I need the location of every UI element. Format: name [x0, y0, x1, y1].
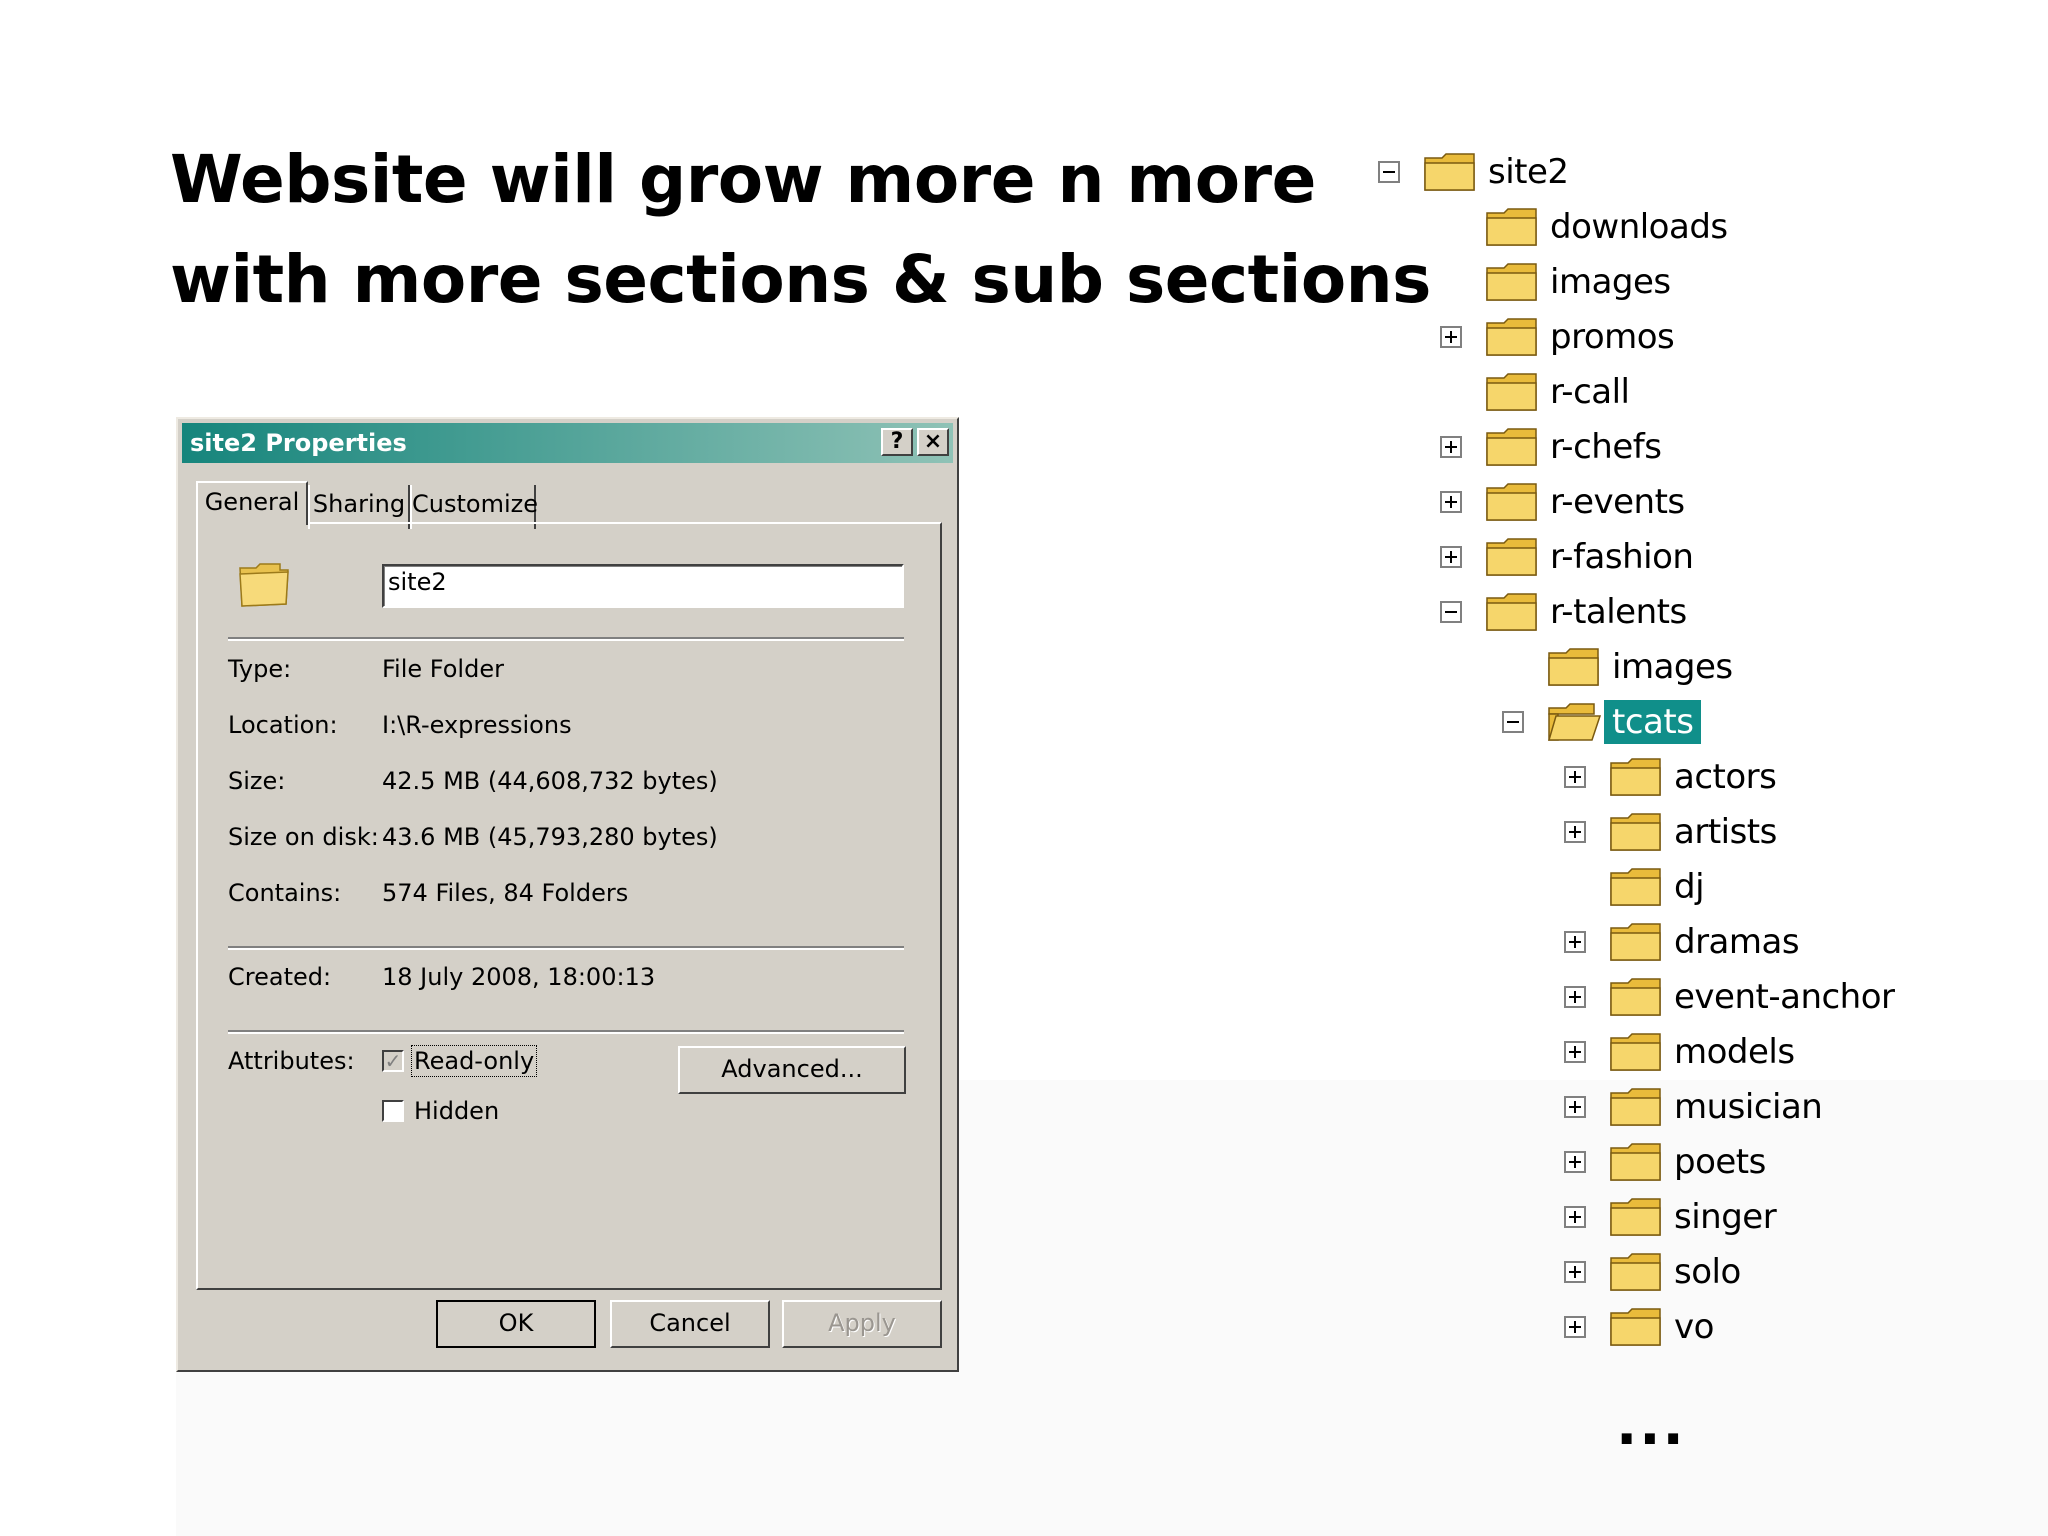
expand-icon[interactable]: [1564, 1261, 1586, 1283]
contains-label: Contains:: [228, 879, 342, 907]
tree-label[interactable]: dramas: [1666, 920, 1807, 964]
tab-general[interactable]: General: [196, 481, 308, 525]
collapse-icon[interactable]: [1502, 711, 1524, 733]
tree-label[interactable]: event-anchor: [1666, 975, 1903, 1019]
size-label: Size:: [228, 767, 286, 795]
ok-button[interactable]: OK: [436, 1300, 596, 1348]
folder-icon: [1486, 263, 1537, 301]
readonly-label[interactable]: Read-only: [410, 1045, 538, 1077]
properties-dialog: site2 Properties ? × General Sharing Cus…: [176, 417, 959, 1372]
folder-icon: [1486, 208, 1537, 246]
tree-label[interactable]: promos: [1542, 315, 1682, 359]
tree-label[interactable]: actors: [1666, 755, 1784, 799]
contains-value: 574 Files, 84 Folders: [382, 879, 629, 907]
hidden-label[interactable]: Hidden: [414, 1096, 499, 1126]
tree-label[interactable]: poets: [1666, 1140, 1774, 1184]
folder-icon: [1610, 1143, 1661, 1181]
size-on-disk-value: 43.6 MB (45,793,280 bytes): [382, 823, 718, 851]
tree-label[interactable]: solo: [1666, 1250, 1749, 1294]
collapse-icon[interactable]: [1378, 161, 1400, 183]
apply-button[interactable]: Apply: [782, 1300, 942, 1348]
created-value: 18 July 2008, 18:00:13: [382, 963, 656, 991]
dialog-titlebar[interactable]: site2 Properties ? ×: [182, 423, 953, 463]
readonly-checkbox[interactable]: ✓: [382, 1050, 404, 1072]
folder-icon: [1610, 1308, 1661, 1346]
checkmark-icon: ✓: [384, 1049, 402, 1073]
size-on-disk-label: Size on disk:: [228, 823, 379, 851]
tree-label[interactable]: r-talents: [1542, 590, 1695, 634]
folder-name-input[interactable]: site2: [382, 564, 904, 608]
advanced-button[interactable]: Advanced...: [678, 1046, 906, 1094]
expand-icon[interactable]: [1564, 1151, 1586, 1173]
size-value: 42.5 MB (44,608,732 bytes): [382, 767, 718, 795]
expand-icon[interactable]: [1564, 1206, 1586, 1228]
expand-icon[interactable]: [1440, 491, 1462, 513]
location-value: I:\R-expressions: [382, 711, 572, 739]
expand-icon[interactable]: [1440, 436, 1462, 458]
tree-label[interactable]: artists: [1666, 810, 1785, 854]
expand-icon[interactable]: [1440, 326, 1462, 348]
help-button[interactable]: ?: [881, 428, 913, 456]
attributes-label: Attributes:: [228, 1047, 355, 1075]
slide-title: Website will grow more n more with more …: [170, 130, 1431, 330]
hidden-checkbox[interactable]: [382, 1100, 404, 1122]
type-label: Type:: [228, 655, 292, 683]
expand-icon[interactable]: [1564, 1041, 1586, 1063]
tree-label[interactable]: images: [1604, 645, 1741, 689]
folder-icon: [1486, 483, 1537, 521]
separator: [228, 637, 904, 641]
tree-label[interactable]: r-call: [1542, 370, 1638, 414]
tree-label[interactable]: site2: [1480, 150, 1577, 194]
folder-icon: [1610, 813, 1661, 851]
location-label: Location:: [228, 711, 338, 739]
close-button[interactable]: ×: [917, 428, 949, 456]
tree-label[interactable]: r-chefs: [1542, 425, 1669, 469]
tree-label[interactable]: musician: [1666, 1085, 1830, 1129]
folder-icon: [1486, 373, 1537, 411]
tree-label[interactable]: r-events: [1542, 480, 1693, 524]
folder-icon: [1610, 1033, 1661, 1071]
general-tab-panel: site2 Type: File Folder Location: I:\R-e…: [196, 522, 942, 1290]
expand-icon[interactable]: [1440, 546, 1462, 568]
folder-icon: [1486, 428, 1537, 466]
tree-label-selected[interactable]: tcats: [1604, 700, 1702, 744]
cancel-button[interactable]: Cancel: [610, 1300, 770, 1348]
expand-icon[interactable]: [1564, 1316, 1586, 1338]
slide-title-line-1: Website will grow more n more: [170, 141, 1316, 218]
folder-icon: [1610, 1253, 1661, 1291]
tree-label[interactable]: models: [1666, 1030, 1803, 1074]
folder-icon: [1424, 153, 1475, 191]
tree-label[interactable]: singer: [1666, 1195, 1784, 1239]
slide-title-line-2: with more sections & sub sections: [170, 241, 1431, 318]
tree-label[interactable]: dj: [1666, 865, 1712, 909]
created-label: Created:: [228, 963, 332, 991]
folder-icon: [1610, 978, 1661, 1016]
expand-icon[interactable]: [1564, 931, 1586, 953]
folder-icon: [239, 563, 289, 607]
tree-label[interactable]: images: [1542, 260, 1679, 304]
folder-icon: [1486, 318, 1537, 356]
tree-label[interactable]: downloads: [1542, 205, 1736, 249]
collapse-icon[interactable]: [1440, 601, 1462, 623]
tree-label[interactable]: r-fashion: [1542, 535, 1701, 579]
folder-icon: [1486, 538, 1537, 576]
expand-icon[interactable]: [1564, 821, 1586, 843]
folder-icon: [1548, 648, 1599, 686]
expand-icon[interactable]: [1564, 986, 1586, 1008]
folder-icon: [1486, 593, 1537, 631]
folder-icon: [1610, 1088, 1661, 1126]
type-value: File Folder: [382, 655, 504, 683]
separator: [228, 946, 904, 950]
more-ellipsis: ...: [1616, 1393, 1686, 1458]
expand-icon[interactable]: [1564, 766, 1586, 788]
tree-label[interactable]: vo: [1666, 1305, 1722, 1349]
folder-icon: [1610, 1198, 1661, 1236]
dialog-title: site2 Properties: [190, 429, 407, 457]
open-folder-icon: [1548, 703, 1602, 741]
separator: [228, 1030, 904, 1034]
folder-icon: [1610, 923, 1661, 961]
folder-icon: [1610, 868, 1661, 906]
folder-icon: [1610, 758, 1661, 796]
expand-icon[interactable]: [1564, 1096, 1586, 1118]
